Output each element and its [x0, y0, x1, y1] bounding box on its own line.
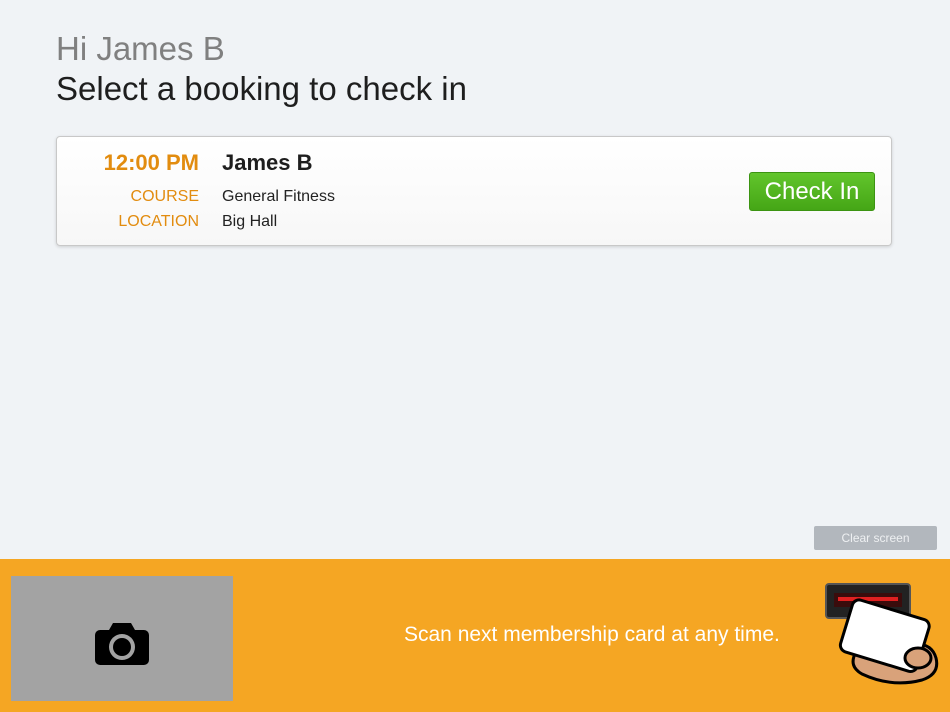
clear-screen-button[interactable]: Clear screen: [814, 526, 937, 550]
booking-time: 12:00 PM: [103, 150, 199, 175]
course-value: General Fitness: [222, 188, 335, 205]
booking-name: James B: [222, 150, 313, 175]
booking-card[interactable]: 12:00 PM James B COURSE General Fitness …: [56, 136, 892, 246]
location-value: Big Hall: [222, 213, 278, 230]
check-in-button[interactable]: Check In: [749, 172, 875, 211]
location-label: LOCATION: [118, 213, 199, 230]
scan-instruction: Scan next membership card at any time.: [404, 623, 780, 646]
camera-icon: [95, 623, 149, 665]
greeting: Hi James B: [56, 30, 225, 67]
camera-button[interactable]: [11, 576, 233, 701]
card-scanner-icon: [825, 583, 939, 685]
course-label: COURSE: [130, 188, 199, 205]
scan-footer: Scan next membership card at any time.: [0, 559, 950, 712]
page-title: Select a booking to check in: [56, 70, 467, 107]
